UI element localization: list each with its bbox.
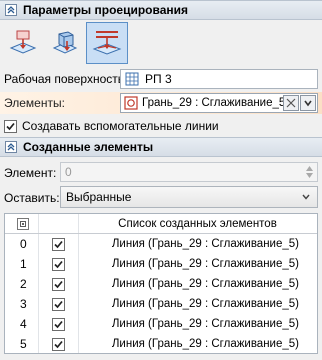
keep-select[interactable]: Выбранные	[60, 186, 318, 208]
spin-down-icon	[305, 173, 313, 178]
project-onto-plane-icon	[9, 30, 37, 54]
project-curves-icon	[92, 31, 122, 55]
keep-select-value: Выбранные	[66, 190, 132, 204]
row-checkbox[interactable]	[51, 257, 65, 271]
row-name: Линия (Грань_29 : Сглаживание_5)	[111, 298, 299, 310]
select-all-icon[interactable]	[17, 217, 29, 230]
check-icon	[53, 280, 63, 288]
table-row[interactable]: 5 Линия (Грань_29 : Сглаживание_5)	[5, 334, 317, 354]
check-icon	[53, 340, 63, 348]
work-surface-field[interactable]: РП 3	[120, 69, 318, 89]
collapse-up-icon[interactable]	[5, 141, 17, 153]
table-header: Список созданных элементов	[5, 214, 317, 234]
create-aux-lines-checkbox[interactable]	[4, 119, 17, 133]
created-elements-table: Список созданных элементов 0 Линия (Гран…	[4, 213, 318, 354]
work-surface-label: Рабочая поверхность:	[4, 72, 128, 86]
chevron-down-icon	[304, 100, 312, 107]
row-index: 1	[20, 257, 27, 271]
projection-params-title: Параметры проецирования	[23, 3, 188, 17]
row-index: 0	[20, 237, 27, 251]
mode-project-curves-button[interactable]	[86, 22, 128, 64]
check-icon	[53, 300, 63, 308]
table-row[interactable]: 2 Линия (Грань_29 : Сглаживание_5)	[5, 274, 317, 294]
row-checkbox[interactable]	[51, 337, 65, 351]
table-header-label: Список созданных элементов	[118, 217, 277, 230]
check-icon	[53, 320, 63, 328]
clear-elements-button[interactable]	[283, 95, 299, 111]
chevron-down-icon	[302, 194, 310, 200]
mode-project-plane-button[interactable]	[2, 22, 44, 64]
projection-mode-toolbar	[2, 22, 128, 64]
row-checkbox[interactable]	[51, 317, 65, 331]
table-row[interactable]: 0 Линия (Грань_29 : Сглаживание_5)	[5, 234, 317, 254]
row-index: 4	[20, 317, 27, 331]
elements-label: Элементы:	[4, 96, 65, 110]
element-label: Элемент:	[4, 166, 57, 180]
check-icon	[6, 122, 15, 130]
row-name: Линия (Грань_29 : Сглаживание_5)	[111, 278, 299, 290]
create-aux-lines-label: Создавать вспомогательные линии	[22, 119, 219, 133]
elements-field[interactable]: Грань_29 : Сглаживание_5	[120, 93, 318, 113]
row-name: Линия (Грань_29 : Сглаживание_5)	[111, 338, 299, 350]
created-elements-header[interactable]: Созданные элементы	[0, 137, 322, 157]
check-icon	[53, 240, 63, 248]
element-index-input[interactable]: 0	[60, 162, 318, 182]
row-name: Линия (Грань_29 : Сглаживание_5)	[111, 258, 299, 270]
row-name: Линия (Грань_29 : Сглаживание_5)	[111, 238, 299, 250]
row-index: 2	[20, 277, 27, 291]
table-row[interactable]: 4 Линия (Грань_29 : Сглаживание_5)	[5, 314, 317, 334]
elements-value: Грань_29 : Сглаживание_5	[142, 97, 283, 109]
project-cube-icon	[52, 31, 78, 54]
spin-up-icon	[305, 166, 313, 171]
check-icon	[53, 260, 63, 268]
grid-plane-icon	[125, 72, 139, 86]
row-index: 3	[20, 297, 27, 311]
projection-params-header[interactable]: Параметры проецирования	[0, 0, 322, 20]
close-icon	[286, 98, 296, 108]
row-index: 5	[20, 337, 27, 351]
collapse-up-icon[interactable]	[5, 4, 17, 16]
table-row[interactable]: 1 Линия (Грань_29 : Сглаживание_5)	[5, 254, 317, 274]
elements-dropdown-button[interactable]	[300, 95, 316, 111]
mode-project-solid-button[interactable]	[44, 22, 86, 64]
row-checkbox[interactable]	[51, 277, 65, 291]
keep-label: Оставить:	[4, 191, 60, 205]
table-row[interactable]: 3 Линия (Грань_29 : Сглаживание_5)	[5, 294, 317, 314]
row-checkbox[interactable]	[51, 297, 65, 311]
work-surface-value: РП 3	[145, 72, 172, 86]
face-object-icon	[124, 96, 138, 110]
created-elements-title: Созданные элементы	[23, 140, 154, 154]
row-checkbox[interactable]	[51, 237, 65, 251]
create-aux-lines-option[interactable]: Создавать вспомогательные линии	[4, 119, 219, 133]
row-name: Линия (Грань_29 : Сглаживание_5)	[111, 318, 299, 330]
element-index-stepper[interactable]	[303, 163, 315, 181]
element-index-value: 0	[65, 165, 72, 179]
